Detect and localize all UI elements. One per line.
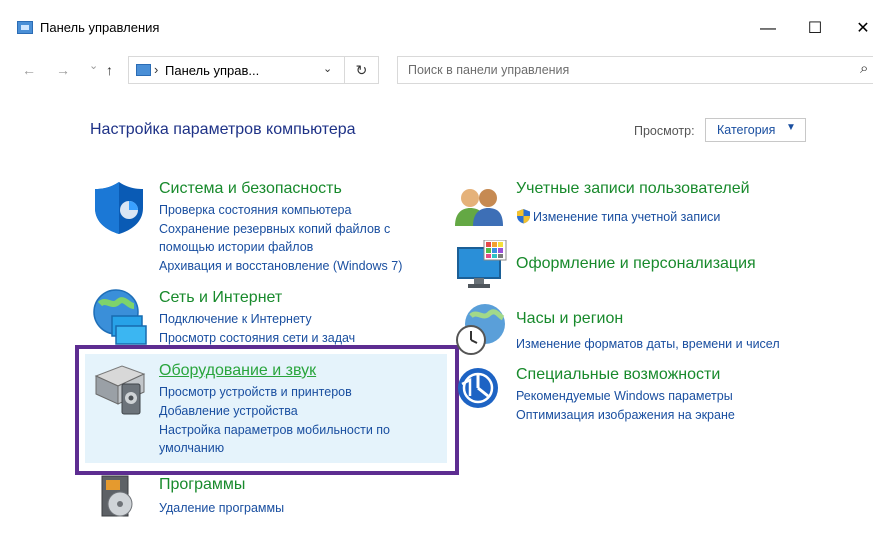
- link-check-computer-status[interactable]: Проверка состояния компьютера: [159, 203, 351, 217]
- view-select[interactable]: Категория ▼: [705, 118, 806, 142]
- search-icon[interactable]: ⌕: [860, 60, 868, 77]
- address-bar-row: ← → ⌄ ↑ › Панель управ... ⌄ ↻ Поиск в па…: [0, 52, 873, 88]
- control-panel-icon: [17, 21, 33, 34]
- chevron-down-icon: ▼: [786, 122, 796, 133]
- minimize-button[interactable]: —: [748, 14, 788, 44]
- shield-icon[interactable]: [92, 180, 146, 236]
- maximize-button[interactable]: ☐: [795, 14, 835, 44]
- uac-shield-icon: [517, 209, 530, 224]
- monitor-palette-icon[interactable]: [456, 240, 508, 290]
- link-network-status-tasks[interactable]: Просмотр состояния сети и задач: [159, 331, 355, 345]
- category-ease-of-access[interactable]: Специальные возможности: [516, 366, 720, 384]
- up-button[interactable]: ↑: [106, 62, 113, 78]
- category-programs[interactable]: Программы: [159, 476, 245, 494]
- category-system-security[interactable]: Система и безопасность: [159, 180, 342, 198]
- window-title: Панель управления: [40, 20, 160, 35]
- link-backup-restore-win7[interactable]: Архивация и восстановление (Windows 7): [159, 259, 402, 273]
- category-clock-region[interactable]: Часы и регион: [516, 310, 623, 328]
- refresh-button[interactable]: ↻: [345, 56, 379, 84]
- page-title: Настройка параметров компьютера: [90, 121, 356, 138]
- search-input[interactable]: Поиск в панели управления ⌕: [397, 56, 873, 84]
- programs-box-icon[interactable]: [98, 472, 138, 520]
- link-backup-file-history-line2[interactable]: помощью истории файлов: [159, 240, 313, 254]
- globe-network-icon[interactable]: [90, 286, 152, 346]
- close-button[interactable]: ✕: [843, 14, 873, 44]
- link-change-formats[interactable]: Изменение форматов даты, времени и чисел: [516, 337, 780, 351]
- view-select-value: Категория: [717, 123, 776, 137]
- category-network-internet[interactable]: Сеть и Интернет: [159, 289, 282, 307]
- address-field[interactable]: › Панель управ... ⌄: [128, 56, 345, 84]
- address-dropdown-button[interactable]: ⌄: [323, 62, 332, 75]
- link-connect-internet[interactable]: Подключение к Интернету: [159, 312, 312, 326]
- category-user-accounts[interactable]: Учетные записи пользователей: [516, 180, 750, 198]
- link-backup-file-history[interactable]: Сохранение резервных копий файлов с: [159, 222, 390, 236]
- search-placeholder: Поиск в панели управления: [408, 63, 570, 77]
- link-recommended-settings[interactable]: Рекомендуемые Windows параметры: [516, 389, 733, 403]
- forward-button[interactable]: →: [56, 62, 70, 78]
- link-optimize-display[interactable]: Оптимизация изображения на экране: [516, 408, 735, 422]
- selection-frame: [75, 345, 459, 475]
- recent-locations-button[interactable]: ⌄: [89, 59, 98, 72]
- view-label: Просмотр:: [634, 124, 695, 138]
- link-change-account-type[interactable]: Изменение типа учетной записи: [533, 210, 720, 224]
- control-panel-icon: [136, 64, 151, 76]
- link-uninstall-program[interactable]: Удаление программы: [159, 501, 284, 515]
- back-button[interactable]: ←: [22, 62, 36, 78]
- clock-globe-icon[interactable]: [455, 300, 509, 356]
- breadcrumb-separator: ›: [154, 62, 159, 77]
- users-icon[interactable]: [453, 184, 505, 228]
- title-bar: Панель управления — ☐ ✕: [0, 0, 873, 44]
- category-appearance[interactable]: Оформление и персонализация: [516, 255, 756, 273]
- accessibility-icon[interactable]: [456, 366, 500, 410]
- breadcrumb-path[interactable]: Панель управ...: [165, 63, 259, 78]
